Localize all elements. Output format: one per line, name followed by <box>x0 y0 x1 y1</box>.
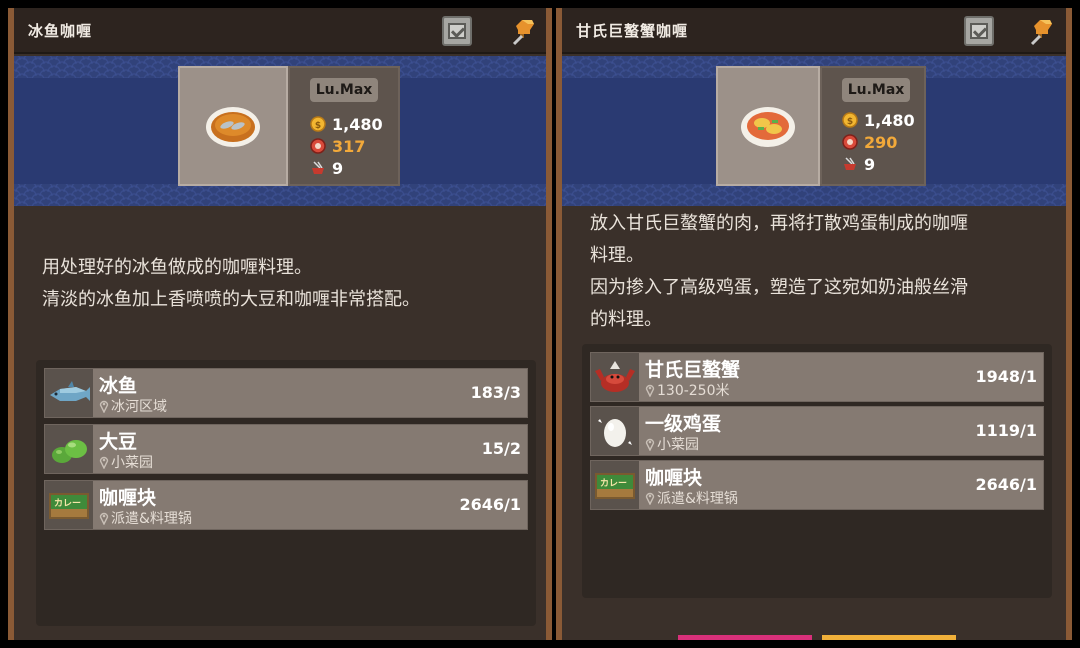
dish-image-frame <box>178 66 288 186</box>
ingredient-location: 小菜园 <box>99 452 153 472</box>
ingredient-name: 大豆 <box>99 431 138 453</box>
location-pin-icon <box>645 492 655 505</box>
affinity-value: 317 <box>332 136 366 156</box>
svg-text:$: $ <box>315 121 321 131</box>
checkbox-button[interactable] <box>964 16 994 46</box>
price-value: 1,480 <box>864 110 915 130</box>
dish-stats: Lu.Max $ 1,480 290 9 <box>820 66 926 186</box>
ingredient-location: 冰河区域 <box>99 396 167 416</box>
description-line: 清淡的冰鱼加上香喷喷的大豆和咖喱非常搭配。 <box>42 289 420 310</box>
ingredient-list: 甘氏巨螯蟹 130-250米 1948/1 一级鸡蛋 小菜园 1119/1 カレ… <box>582 344 1052 598</box>
ingredient-count: 2646/1 <box>975 475 1037 494</box>
ingredient-count: 1948/1 <box>975 367 1037 386</box>
soybean-icon <box>52 440 87 463</box>
description-line: 放入甘氏巨螯蟹的肉，再将打散鸡蛋制成的咖喱 <box>590 213 968 234</box>
ingredient-row[interactable]: 大豆 小菜园 15/2 <box>44 424 528 474</box>
count-value: 9 <box>864 154 876 174</box>
ingredient-row[interactable]: 冰鱼 冰河区域 183/3 <box>44 368 528 418</box>
ingredient-name: 一级鸡蛋 <box>645 413 722 435</box>
dish-image-frame <box>716 66 820 186</box>
check-icon <box>448 23 466 39</box>
seal-icon <box>310 138 326 154</box>
pin-icon[interactable] <box>1028 16 1056 46</box>
affinity-row: 290 <box>842 132 897 152</box>
recipe-title: 冰鱼咖喱 <box>28 22 93 40</box>
ingredient-location: 小菜园 <box>645 434 699 454</box>
affinity-row: 317 <box>310 136 365 156</box>
curry-block-icon: カレー <box>49 493 89 519</box>
description-line: 因为掺入了高级鸡蛋，塑造了这宛如奶油般丝滑 <box>590 277 968 298</box>
recipe-description: 放入甘氏巨螯蟹的肉，再将打散鸡蛋制成的咖喱 料理。 因为掺入了高级鸡蛋，塑造了这… <box>590 208 1048 336</box>
ingredient-name: 冰鱼 <box>99 375 138 397</box>
yellow-action-button[interactable] <box>822 635 956 640</box>
curry-block-icon: カレー <box>595 473 635 499</box>
coin-icon: $ <box>310 116 326 132</box>
svg-text:カレー: カレー <box>54 498 81 509</box>
ice-fish-icon <box>50 381 90 401</box>
dish-stats: Lu.Max $ 1,480 317 9 <box>288 66 400 186</box>
svg-text:カレー: カレー <box>600 478 627 489</box>
price-row: $ 1,480 <box>842 110 915 130</box>
level-badge: Lu.Max <box>310 78 378 102</box>
description-line: 料理。 <box>590 245 644 266</box>
price-value: 1,480 <box>332 114 383 134</box>
ingredient-count: 15/2 <box>481 439 521 458</box>
panel-header: 甘氏巨螯蟹咖喱 <box>562 8 1066 54</box>
ingredient-location: 派遣&料理锅 <box>645 488 738 508</box>
recipe-title: 甘氏巨螯蟹咖喱 <box>576 22 689 40</box>
ingredient-name: 咖喱块 <box>645 467 703 489</box>
ingredient-name: 咖喱块 <box>99 487 157 509</box>
giant-crab-icon <box>595 361 635 392</box>
ingredient-row[interactable]: 甘氏巨螯蟹 130-250米 1948/1 <box>590 352 1044 402</box>
coin-icon: $ <box>842 112 858 128</box>
check-icon <box>970 23 988 39</box>
description-line: 的料理。 <box>590 309 662 330</box>
price-row: $ 1,480 <box>310 114 383 134</box>
crab-curry-dish-icon <box>741 107 795 147</box>
count-value: 9 <box>332 158 344 178</box>
recipe-panel-ice-fish-curry: 冰鱼咖喱 Lu.Max $ 1,480 317 9 用处理好的冰鱼做成的咖喱料理… <box>8 8 552 640</box>
location-pin-icon <box>645 438 655 451</box>
ice-fish-curry-dish-icon <box>206 107 260 147</box>
bowl-icon <box>844 157 856 170</box>
recipe-description: 用处理好的冰鱼做成的咖喱料理。 清淡的冰鱼加上香喷喷的大豆和咖喱非常搭配。 <box>42 252 528 316</box>
ingredient-location: 派遣&料理锅 <box>99 508 192 528</box>
affinity-value: 290 <box>864 132 898 152</box>
description-line: 用处理好的冰鱼做成的咖喱料理。 <box>42 257 312 278</box>
panel-header: 冰鱼咖喱 <box>14 8 546 54</box>
ingredient-location: 130-250米 <box>645 380 730 400</box>
location-pin-icon <box>645 384 655 397</box>
ingredient-name: 甘氏巨螯蟹 <box>645 359 741 381</box>
ingredient-count: 1119/1 <box>975 421 1037 440</box>
checkbox-button[interactable] <box>442 16 472 46</box>
ingredient-count: 183/3 <box>470 383 521 402</box>
level-badge: Lu.Max <box>842 78 910 102</box>
bowl-icon <box>312 161 324 174</box>
count-row: 9 <box>310 158 343 178</box>
ingredient-row[interactable]: カレー 咖喱块 派遣&料理锅 2646/1 <box>44 480 528 530</box>
seal-icon <box>842 134 858 150</box>
pink-action-button[interactable] <box>678 635 812 640</box>
count-row: 9 <box>842 154 875 174</box>
location-pin-icon <box>99 512 109 525</box>
egg-icon <box>598 419 632 447</box>
ingredient-row[interactable]: 一级鸡蛋 小菜园 1119/1 <box>590 406 1044 456</box>
ingredient-count: 2646/1 <box>459 495 521 514</box>
ingredient-list: 冰鱼 冰河区域 183/3 大豆 小菜园 15/2 カレー 咖喱块 派遣&料理锅… <box>36 360 536 626</box>
pin-icon[interactable] <box>510 16 538 46</box>
location-pin-icon <box>99 456 109 469</box>
ingredient-row[interactable]: カレー 咖喱块 派遣&料理锅 2646/1 <box>590 460 1044 510</box>
recipe-panel-giant-crab-curry: 甘氏巨螯蟹咖喱 Lu.Max $ 1,480 290 9 放入甘氏巨螯蟹的肉，再… <box>556 8 1072 640</box>
svg-text:$: $ <box>847 117 853 127</box>
location-pin-icon <box>99 400 109 413</box>
